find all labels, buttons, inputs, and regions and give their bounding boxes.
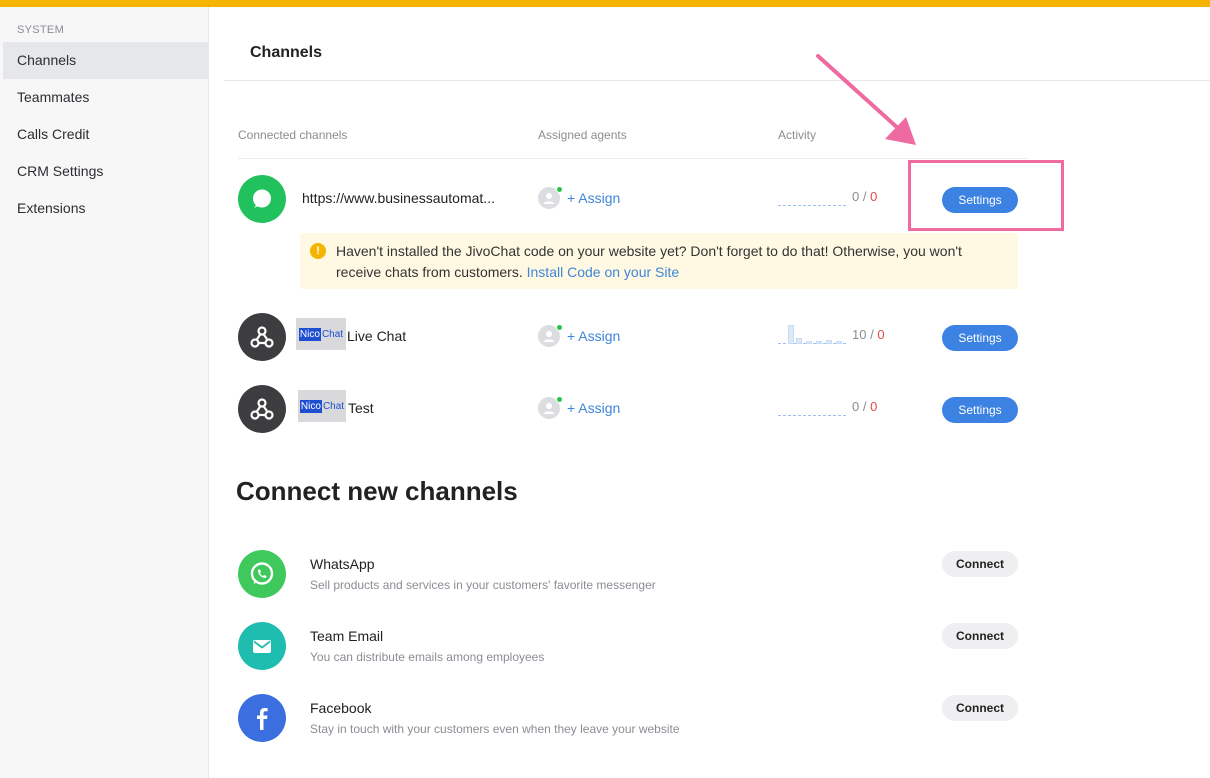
sidebar: SYSTEM Channels Teammates Calls Credit C…: [0, 7, 209, 778]
online-status-icon: [556, 186, 563, 193]
count-separator: /: [870, 327, 874, 342]
chat-count: 0: [852, 399, 860, 414]
column-header-activity: Activity: [778, 128, 817, 142]
top-accent-bar: [0, 0, 1210, 7]
activity-bar: [816, 341, 822, 344]
connect-channel-desc: You can distribute emails among employee…: [310, 650, 545, 664]
activity-bar: [826, 340, 832, 344]
chat-count: 0: [852, 189, 860, 204]
logo-chat-text: Chat: [321, 328, 344, 340]
count-separator: /: [862, 189, 867, 204]
activity-counts: 0 / 0: [852, 189, 877, 204]
agent-avatar-icon: [538, 324, 563, 347]
connect-channel-title: Team Email: [310, 628, 384, 644]
sidebar-item-extensions[interactable]: Extensions: [3, 190, 208, 227]
logo-nico-text: Nico: [299, 399, 322, 413]
channel-name[interactable]: Test: [348, 400, 374, 416]
online-status-icon: [556, 324, 563, 331]
online-status-icon: [556, 396, 563, 403]
install-code-warning: ! Haven't installed the JivoChat code on…: [300, 233, 1018, 289]
count-separator: /: [862, 399, 867, 414]
assign-link[interactable]: + Assign: [567, 328, 620, 344]
activity-counts: 10 / 0: [852, 327, 885, 342]
assign-agent[interactable]: + Assign: [538, 396, 620, 419]
activity-bar: [836, 341, 842, 344]
agent-avatar-icon: [538, 396, 563, 419]
activity-counts: 0 / 0: [852, 399, 877, 414]
assign-agent[interactable]: + Assign: [538, 186, 620, 209]
channel-row: Nico Chat Test + Assign 0 / 0 Settings: [210, 385, 1210, 435]
missed-count: 0: [870, 189, 878, 204]
activity-baseline: [778, 205, 846, 206]
chat-count: 10: [852, 327, 867, 342]
settings-button[interactable]: Settings: [942, 397, 1018, 423]
channel-name[interactable]: https://www.businessautomat...: [302, 190, 495, 206]
envelope-icon: [238, 622, 286, 670]
activity-sparkline: [778, 398, 848, 418]
page-header: Channels: [224, 7, 1210, 81]
activity-bar: [788, 325, 794, 344]
chat-bubble-icon: [238, 175, 286, 223]
nicochat-logo: Nico Chat: [298, 390, 346, 422]
install-code-link[interactable]: Install Code on your Site: [527, 264, 680, 280]
sidebar-item-crm-settings[interactable]: CRM Settings: [3, 153, 208, 190]
whatsapp-icon: [238, 550, 286, 598]
missed-count: 0: [870, 399, 878, 414]
settings-button[interactable]: Settings: [942, 325, 1018, 351]
logo-nico-text: Nico: [298, 327, 321, 341]
activity-bar: [796, 338, 802, 344]
activity-bar: [806, 341, 812, 344]
webhook-icon: [238, 313, 286, 361]
connect-channel-row: Facebook Stay in touch with your custome…: [210, 694, 1210, 744]
connect-section-title: Connect new channels: [236, 476, 518, 506]
activity-sparkline: [778, 188, 848, 208]
connect-button[interactable]: Connect: [942, 695, 1018, 721]
missed-count: 0: [877, 327, 885, 342]
channel-name[interactable]: Live Chat: [347, 328, 406, 344]
sidebar-item-teammates[interactable]: Teammates: [3, 79, 208, 116]
main-content: Channels Connected channels Assigned age…: [210, 7, 1210, 778]
connect-button[interactable]: Connect: [942, 623, 1018, 649]
column-header-agents: Assigned agents: [538, 128, 627, 142]
activity-sparkline: [778, 325, 848, 346]
sidebar-section-label: SYSTEM: [17, 24, 65, 36]
warning-icon: !: [310, 243, 326, 259]
channel-row: Nico Chat Live Chat + Assign 10 / 0 Setti…: [210, 313, 1210, 363]
activity-baseline: [778, 415, 846, 416]
settings-highlight-box: [908, 160, 1064, 231]
agent-avatar-icon: [538, 186, 563, 209]
webhook-icon: [238, 385, 286, 433]
assign-link[interactable]: + Assign: [567, 400, 620, 416]
facebook-icon: [238, 694, 286, 742]
nicochat-logo: Nico Chat: [296, 318, 346, 350]
page-title: Channels: [250, 44, 323, 61]
logo-chat-text: Chat: [322, 400, 345, 412]
sidebar-item-channels[interactable]: Channels: [3, 42, 208, 79]
column-header-channels: Connected channels: [238, 128, 348, 142]
assign-link[interactable]: + Assign: [567, 190, 620, 206]
connect-channel-title: Facebook: [310, 700, 372, 716]
connect-channel-row: Team Email You can distribute emails amo…: [210, 622, 1210, 672]
connect-channel-desc: Stay in touch with your customers even w…: [310, 722, 680, 736]
table-divider: [238, 158, 1028, 159]
connect-channel-row: WhatsApp Sell products and services in y…: [210, 550, 1210, 600]
sidebar-item-calls-credit[interactable]: Calls Credit: [3, 116, 208, 153]
connect-channel-desc: Sell products and services in your custo…: [310, 578, 656, 592]
assign-agent[interactable]: + Assign: [538, 324, 620, 347]
connect-channel-title: WhatsApp: [310, 556, 375, 572]
connect-button[interactable]: Connect: [942, 551, 1018, 577]
warning-text: Haven't installed the JivoChat code on y…: [336, 241, 1006, 283]
